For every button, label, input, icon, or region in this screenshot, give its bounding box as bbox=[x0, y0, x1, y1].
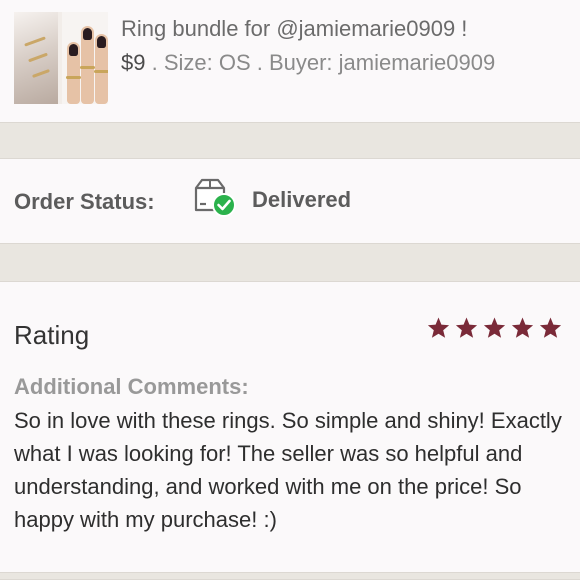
listing-price: $9 bbox=[121, 50, 146, 75]
star-icon bbox=[539, 317, 562, 338]
star-rating bbox=[426, 316, 563, 340]
order-status-label: Order Status: bbox=[14, 189, 155, 214]
star-icon bbox=[511, 317, 534, 338]
star-icon bbox=[483, 317, 506, 338]
listing-header[interactable]: Ring bundle for @jamiemarie0909 ! $9 . S… bbox=[0, 0, 580, 122]
thumbnail-nails-photo bbox=[62, 12, 108, 104]
star-icon bbox=[455, 317, 478, 338]
listing-title[interactable]: Ring bundle for @jamiemarie0909 ! bbox=[121, 16, 467, 42]
section-divider bbox=[0, 243, 580, 282]
star-icon bbox=[427, 317, 450, 338]
listing-meta: $9 . Size: OS . Buyer: jamiemarie0909 bbox=[121, 50, 495, 76]
thumbnail-hand-photo bbox=[14, 12, 58, 104]
listing-thumbnail[interactable] bbox=[14, 12, 108, 104]
rating-section: Rating Additional Comments: So in love w… bbox=[0, 282, 580, 572]
order-status-value: Delivered bbox=[252, 187, 352, 212]
listing-size-buyer: . Size: OS . Buyer: jamiemarie0909 bbox=[145, 50, 496, 75]
additional-comments-text: So in love with these rings. So simple a… bbox=[14, 408, 562, 532]
section-divider bbox=[0, 122, 580, 159]
section-divider bbox=[0, 572, 580, 580]
additional-comments-label: Additional Comments: bbox=[14, 374, 249, 399]
order-status-section: Order Status: Delivered bbox=[0, 159, 580, 243]
rating-title: Rating bbox=[14, 320, 90, 350]
package-delivered-icon bbox=[194, 178, 236, 217]
